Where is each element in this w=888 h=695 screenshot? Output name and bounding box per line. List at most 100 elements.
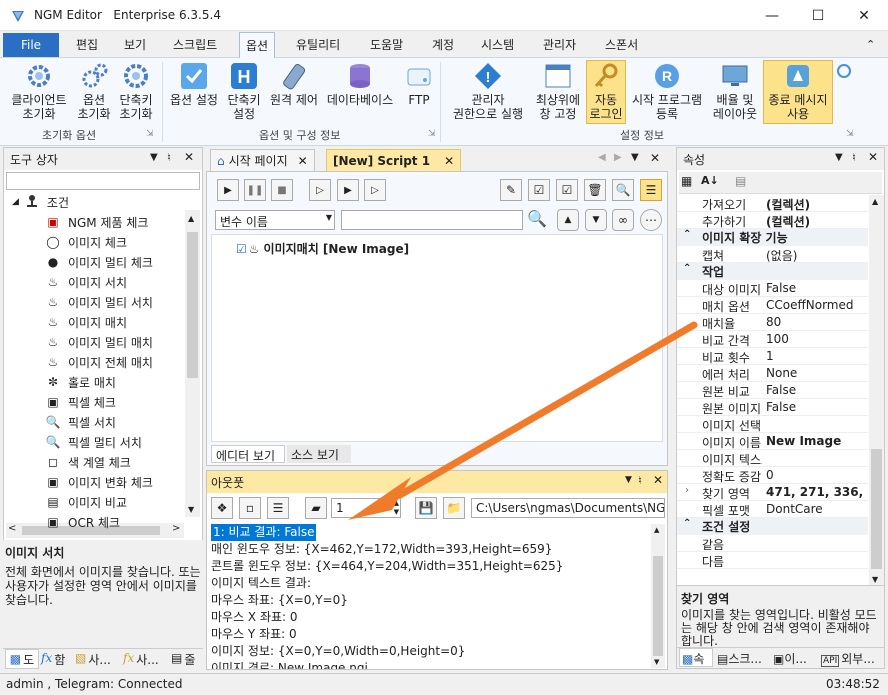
property-row[interactable]: 가져오기 (컬렉션) [677, 195, 868, 212]
sort-alpha-icon[interactable]: A↓ [701, 174, 719, 187]
property-row[interactable]: 픽셀 포맷 DontCare [677, 501, 868, 518]
remote-control-button[interactable]: 원격 제어 [265, 61, 323, 123]
toolbox-item[interactable]: ▣ OCR 체크 [44, 512, 120, 532]
menu-tab-edit[interactable]: 편집 [76, 36, 98, 53]
close-button[interactable]: ✕ [841, 0, 887, 31]
more-button[interactable]: ⋯ [640, 209, 662, 231]
property-category[interactable]: ⌃ 조건 설정 [677, 518, 868, 535]
tab-lines[interactable]: ▤ 줄 [171, 651, 201, 668]
find-button[interactable]: 🔍 [612, 179, 634, 201]
pin-icon[interactable]: ♮ [638, 474, 642, 487]
run-selected-button[interactable]: ▶ [337, 179, 359, 201]
toolbox-item[interactable]: ▣ 픽셀 체크 [44, 392, 116, 412]
menu-tab-view[interactable]: 보기 [124, 36, 146, 53]
toolbox-item[interactable]: ● 이미지 멀티 체크 [44, 252, 153, 272]
collapse-icon[interactable]: ⌃ [683, 518, 691, 529]
menu-tab-script[interactable]: 스크립트 [173, 36, 217, 53]
output-vscrollbar[interactable]: ▲ ▼ [651, 524, 665, 668]
toolbox-search-input[interactable] [6, 172, 200, 190]
menu-tab-help[interactable]: 도움말 [370, 36, 403, 53]
categorized-icon[interactable]: ▦ [681, 174, 692, 188]
collapse-icon[interactable]: ⌃ [683, 263, 691, 274]
property-row[interactable]: 이미지 텍스트 [677, 450, 868, 467]
property-row[interactable]: 매치 옵션 CCoeffNormed [677, 297, 868, 314]
maximize-button[interactable]: ☐ [795, 0, 841, 31]
variable-filter-select[interactable]: 변수 이름 ▼ [215, 210, 335, 230]
wrap-button[interactable]: ☰ [267, 497, 289, 519]
property-row[interactable]: 다름 [677, 552, 868, 569]
property-row[interactable]: 캡쳐 (없음) [677, 246, 868, 263]
tab-user-functions[interactable]: fx 사... [123, 651, 169, 668]
tab-user[interactable]: ▧ 사... [75, 651, 121, 668]
tab-editor-view[interactable]: 에디터 보기 [211, 445, 285, 463]
property-row[interactable]: 추가하기 (컬렉션) [677, 212, 868, 229]
startup-register-button[interactable]: R 시작 프로그램 등록 [627, 61, 707, 123]
option-settings-button[interactable]: 옵션 설정 [166, 61, 222, 123]
client-reset-button[interactable]: 클라이언트 초기화 [5, 61, 73, 123]
toolbox-item[interactable]: ♨ 이미지 전체 매치 [44, 352, 153, 372]
ftp-button[interactable]: FTP [400, 61, 438, 123]
check-outline-button[interactable]: ☑ [556, 179, 578, 201]
property-row[interactable]: 정확도 증감 0 [677, 467, 868, 484]
tab-list-icon[interactable]: ▼ [631, 152, 639, 163]
property-category[interactable]: ⌃ 이미지 확장 기능 [677, 229, 868, 246]
expand-icon[interactable]: › [685, 485, 689, 496]
close-tab-icon[interactable]: ✕ [444, 154, 454, 168]
new-log-button[interactable]: ▫ [239, 497, 261, 519]
menu-tab-options[interactable]: 옵션 [239, 32, 276, 59]
toolbox-item[interactable]: ◻ 색 계열 체크 [44, 452, 131, 472]
erase-button[interactable]: ▰ [305, 497, 327, 519]
close-tab-icon[interactable]: ✕ [298, 154, 308, 168]
collapse-icon[interactable]: ◢ [12, 197, 19, 207]
search-icon[interactable]: 🔍 [527, 209, 547, 228]
menu-tab-system[interactable]: 시스템 [481, 36, 514, 53]
play-button[interactable]: ▶ [217, 179, 239, 201]
move-up-button[interactable]: ▲ [557, 209, 579, 231]
spin-arrows-icon[interactable]: ▲ ▼ [394, 499, 399, 517]
property-row[interactable]: 비교 간격 100 [677, 331, 868, 348]
run-from-here-button[interactable]: ▷ [309, 179, 331, 201]
pause-button[interactable]: ❚❚ [244, 179, 266, 201]
tab-toolbox[interactable]: ▩ 도 [5, 649, 39, 669]
minimize-button[interactable]: — [749, 0, 795, 31]
toolbox-item[interactable]: 🔍 픽셀 서치 [44, 412, 116, 432]
tab-source-view[interactable]: 소스 보기 [287, 445, 351, 463]
property-row[interactable]: 원본 비교 False [677, 382, 868, 399]
tab-images[interactable]: ▣이... [773, 650, 817, 667]
collapse-icon[interactable]: ⌃ [683, 229, 691, 240]
log-count-stepper[interactable]: 1 ▲ ▼ [331, 498, 401, 518]
property-row[interactable]: 같음 [677, 535, 868, 552]
ribbon-collapse-icon[interactable]: ⌃ [866, 38, 875, 51]
tree-view-button[interactable]: ☰ [640, 179, 662, 201]
menu-file[interactable]: File [3, 33, 59, 57]
database-button[interactable]: 데이타베이스 [322, 61, 398, 123]
tab-external[interactable]: API 외부... [821, 650, 883, 667]
move-down-button[interactable]: ▼ [585, 209, 607, 231]
menu-tab-account[interactable]: 계정 [432, 36, 454, 53]
save-log-button[interactable]: 💾 [415, 497, 437, 519]
properties-vscrollbar[interactable]: ▲ ▼ [869, 195, 884, 587]
refresh-icon[interactable] [836, 63, 852, 82]
shortcut-settings-button[interactable]: H 단축키 설정 [223, 61, 265, 123]
group-launcher-icon[interactable]: ⇲ [146, 129, 154, 139]
delete-button[interactable]: 🗑 [584, 179, 606, 201]
property-row[interactable]: › 찾기 영역 471, 271, 336, 5 [677, 484, 868, 501]
menu-tab-admin[interactable]: 관리자 [543, 36, 576, 53]
exit-message-button[interactable]: 종료 메시지 사용 [763, 60, 833, 124]
tab-scroll-right-icon[interactable]: ▶ [614, 152, 622, 163]
property-pages-icon[interactable]: ▤ [735, 174, 746, 188]
toolbox-item[interactable]: ▣ NGM 제품 체크 [44, 212, 148, 232]
log-path-input[interactable]: C:\Users\ngmas\Documents\NGM6\ [471, 498, 665, 518]
toolbox-item[interactable]: ▣ 이미지 변화 체크 [44, 472, 153, 492]
group-launcher-icon[interactable]: ⇲ [846, 129, 854, 139]
pin-icon[interactable]: ♮ [852, 151, 856, 164]
toolbox-item[interactable]: ♨ 이미지 서치 [44, 272, 127, 292]
tab-functions[interactable]: fx 함 [41, 651, 73, 668]
toolbox-item[interactable]: ▤ 이미지 비교 [44, 492, 127, 512]
run-as-admin-button[interactable]: ! 관리자 권한으로 실행 [446, 61, 530, 123]
property-row[interactable]: 대상 이미지 False [677, 280, 868, 297]
clear-output-button[interactable]: ❖ [211, 497, 233, 519]
step-button[interactable]: ▷ [364, 179, 386, 201]
log-line-selected[interactable]: 1: 비교 결과: False [211, 524, 317, 541]
capture-button[interactable]: ✎ [500, 179, 522, 201]
